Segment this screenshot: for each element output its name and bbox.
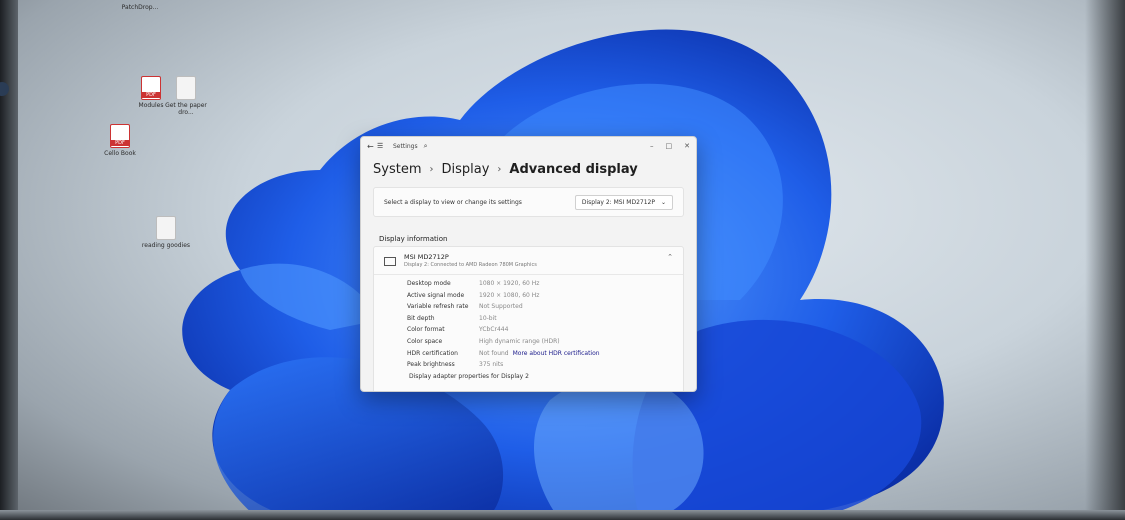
back-arrow-icon[interactable]: ← — [367, 142, 377, 151]
desktop-icon-steam[interactable] — [0, 82, 22, 96]
breadcrumb: System › Display › Advanced display — [361, 155, 696, 181]
hdr-certification-link[interactable]: More about HDR certification — [513, 350, 600, 362]
property-value: Not Supported — [479, 303, 523, 311]
steam-app-icon — [0, 82, 9, 96]
display-select-prompt: Select a display to view or change its s… — [384, 198, 522, 206]
property-key: Peak brightness — [407, 361, 455, 369]
property-row: Color format YCbCr444 — [407, 326, 683, 338]
display-info-card: MSI MD2712P Display 2: Connected to AMD … — [373, 246, 684, 391]
desktop-icon-paper[interactable]: Get the paper dro... — [158, 76, 214, 116]
document-file-icon — [156, 216, 176, 240]
monitor-icon — [384, 257, 396, 266]
display-dropdown-value: Display 2: MSI MD2712P — [581, 198, 655, 206]
property-key: Active signal mode — [407, 291, 465, 299]
property-key: Color format — [407, 326, 445, 334]
screen-bezel-left — [0, 0, 18, 520]
property-key: Variable refresh rate — [407, 303, 469, 311]
property-key: HDR certification — [407, 349, 458, 357]
close-icon[interactable]: ✕ — [684, 142, 690, 150]
pdf-file-icon — [110, 124, 130, 148]
document-file-icon — [176, 76, 196, 100]
property-value: 10-bit — [479, 314, 497, 322]
title-bar: ← ☰ Settings ⌕ – □ ✕ — [361, 137, 696, 155]
property-value: 1920 × 1080, 60 Hz — [479, 291, 540, 299]
display-adapter-properties-link[interactable]: Display adapter properties for Display 2 — [407, 373, 683, 380]
hamburger-menu-icon[interactable]: ☰ — [377, 142, 389, 150]
property-row: Color space High dynamic range (HDR) — [407, 338, 683, 350]
property-value: 1080 × 1920, 60 Hz — [479, 280, 540, 287]
desktop-icon-label: Get the paper dro... — [165, 102, 207, 116]
property-row: HDR certification Not found More about H… — [407, 350, 683, 362]
settings-window: ← ☰ Settings ⌕ – □ ✕ System › Display › … — [360, 136, 697, 392]
chevron-right-icon: › — [429, 163, 434, 175]
property-value: YCbCr444 — [479, 326, 509, 334]
monitor-subtitle: Display 2: Connected to AMD Radeon 780M … — [404, 262, 537, 268]
property-key: Bit depth — [407, 314, 435, 322]
page-title: Advanced display — [509, 161, 638, 177]
screen-bezel-bottom — [0, 510, 1125, 520]
property-row: Variable refresh rate Not Supported — [407, 303, 683, 315]
desktop-icon-label: Cello Book — [104, 150, 136, 157]
desktop-icon-label: PatchDrop... — [121, 4, 159, 11]
chevron-down-icon: ⌄ — [660, 198, 666, 206]
section-title: Display information — [379, 235, 448, 243]
minimize-icon[interactable]: – — [650, 142, 654, 150]
property-row: Active signal mode 1920 × 1080, 60 Hz — [407, 292, 683, 304]
breadcrumb-display[interactable]: Display — [441, 162, 489, 177]
window-title: Settings — [393, 142, 418, 150]
breadcrumb-system[interactable]: System — [373, 162, 421, 177]
chevron-right-icon: › — [497, 163, 502, 175]
desktop-icon-label: reading goodies — [141, 242, 191, 249]
desktop-icon-reading[interactable]: reading goodies — [138, 216, 194, 249]
chevron-up-icon[interactable]: ⌃ — [667, 253, 673, 261]
display-select-card: Select a display to view or change its s… — [373, 187, 684, 217]
desktop-icon-patchdrop[interactable]: PatchDrop... — [112, 4, 168, 11]
property-row: Desktop mode 1080 × 1920, 60 Hz — [407, 280, 683, 292]
property-row: Peak brightness 375 nits — [407, 361, 683, 373]
desktop-icon-cello-book[interactable]: Cello Book — [92, 124, 148, 157]
monitor-name: MSI MD2712P — [404, 253, 449, 261]
property-value: Not found — [479, 349, 509, 357]
property-row: Bit depth 10-bit — [407, 315, 683, 327]
display-dropdown[interactable]: Display 2: MSI MD2712P ⌄ — [574, 194, 673, 210]
property-key: Desktop mode — [407, 280, 451, 287]
display-properties: Desktop mode 1080 × 1920, 60 Hz Active s… — [374, 275, 683, 380]
property-key: Color space — [407, 337, 443, 345]
property-value: High dynamic range (HDR) — [479, 337, 560, 345]
maximize-icon[interactable]: □ — [666, 142, 673, 150]
monitor-header[interactable]: MSI MD2712P Display 2: Connected to AMD … — [374, 247, 683, 275]
property-value: 375 nits — [479, 361, 504, 369]
screen-bezel-right — [1085, 0, 1125, 520]
search-icon[interactable]: ⌕ — [424, 142, 428, 151]
